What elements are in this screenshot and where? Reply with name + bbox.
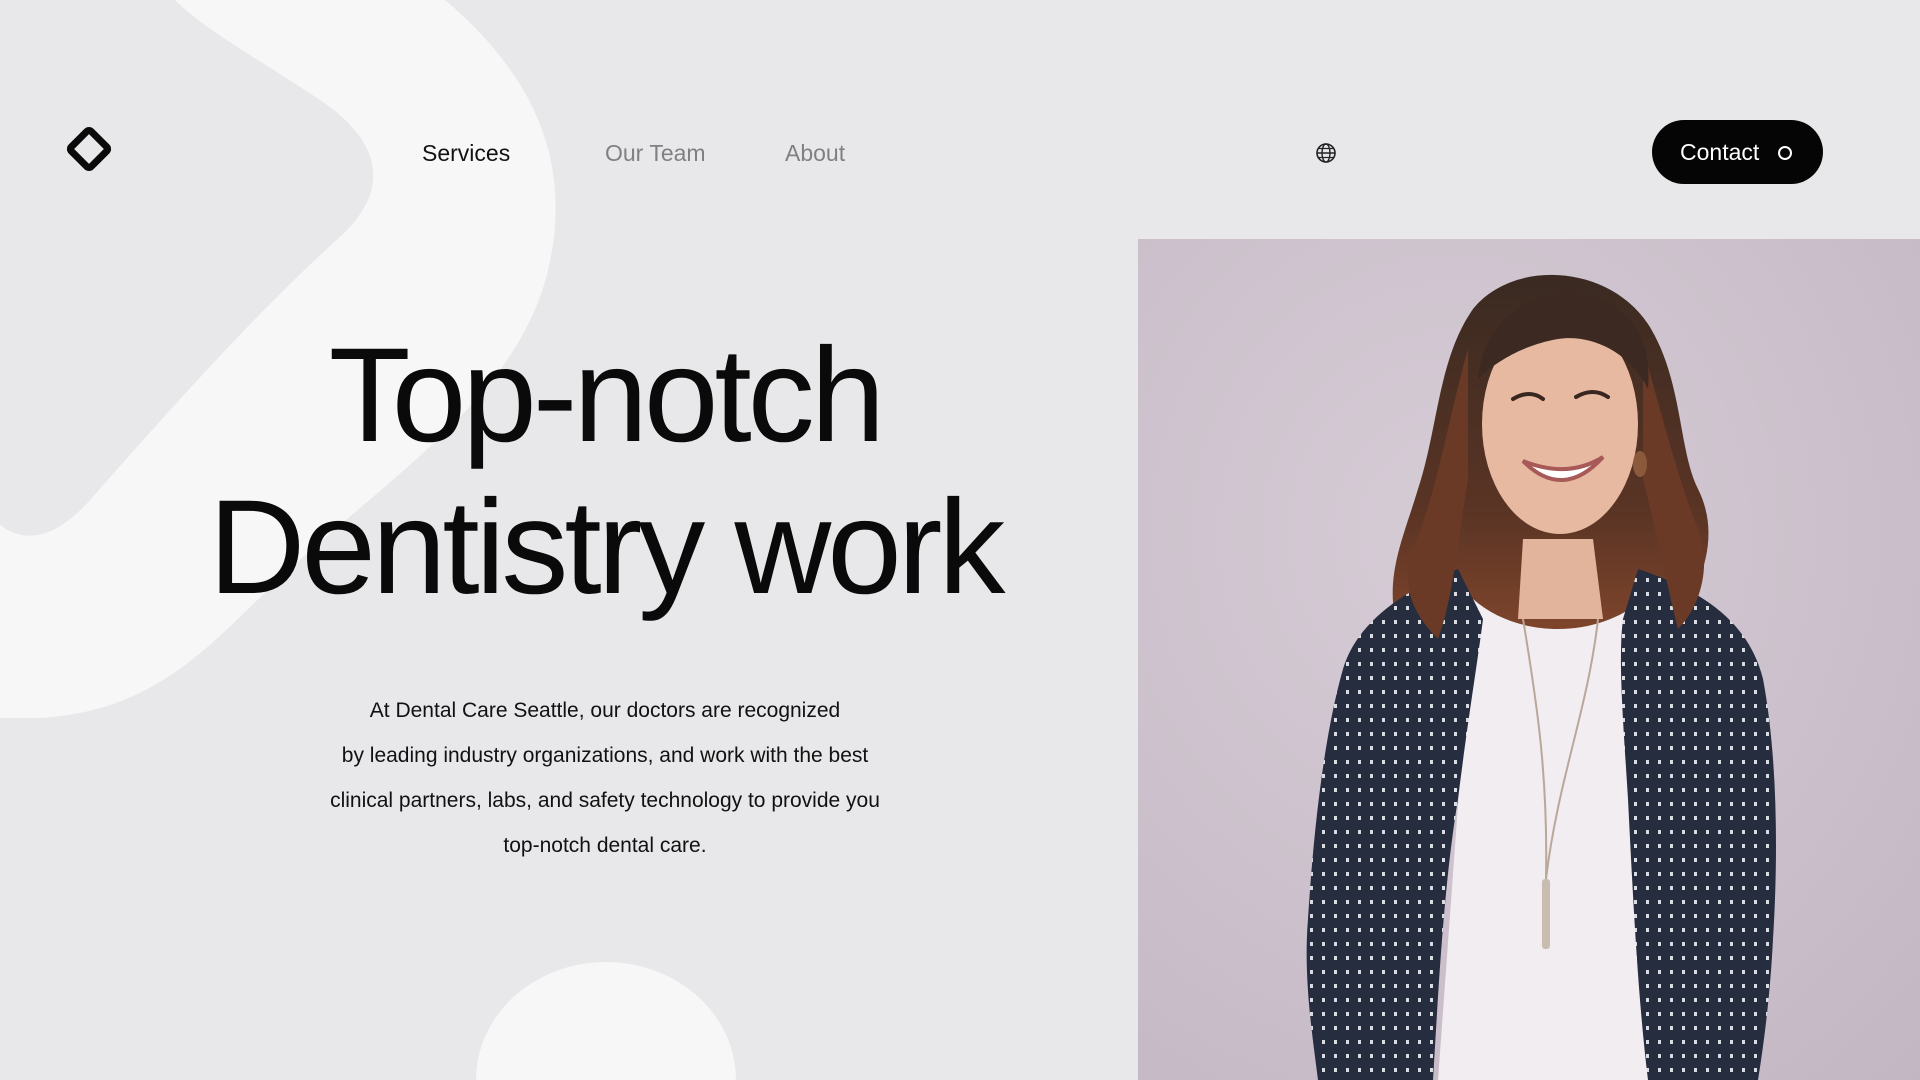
hero-description-line: by leading industry organizations, and w… xyxy=(341,744,869,767)
nav-link-our-team[interactable]: Our Team xyxy=(605,133,706,173)
hero-title-line: Top-notch xyxy=(328,321,885,470)
diamond-logo-icon[interactable] xyxy=(66,126,112,172)
doctor-photo xyxy=(1138,239,1920,1080)
background-circle xyxy=(476,962,736,1080)
hero-description-line: At Dental Care Seattle, our doctors are … xyxy=(369,699,841,722)
contact-button[interactable]: Contact xyxy=(1652,120,1823,184)
ring-icon xyxy=(1778,146,1792,160)
nav-link-services[interactable]: Services xyxy=(422,133,510,173)
nav-link-about[interactable]: About xyxy=(785,133,845,173)
globe-icon[interactable] xyxy=(1314,141,1338,165)
hero-description-line: top-notch dental care. xyxy=(503,834,707,857)
hero-title-line: Dentistry work xyxy=(208,473,1006,622)
hero-title: Top-notch Dentistry work xyxy=(0,320,1210,624)
site-header: Services Our Team About Contact xyxy=(0,0,1920,240)
hero-section: Top-notch Dentistry work At Dental Care … xyxy=(0,320,1210,857)
portrait-illustration xyxy=(1138,239,1920,1080)
hero-description: At Dental Care Seattle, our doctors are … xyxy=(0,688,1210,868)
contact-button-label: Contact xyxy=(1680,139,1760,165)
hero-description-line: clinical partners, labs, and safety tech… xyxy=(330,789,880,812)
